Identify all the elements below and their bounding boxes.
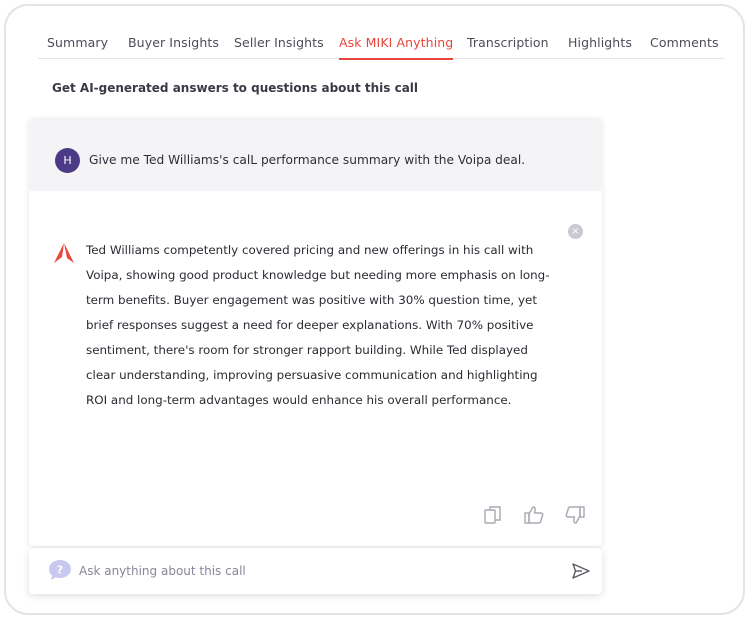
tab-highlights[interactable]: Highlights bbox=[568, 35, 632, 59]
tab-ask-miki-anything[interactable]: Ask MIKI Anything bbox=[339, 35, 454, 60]
avatar: H bbox=[55, 148, 80, 173]
close-icon[interactable]: × bbox=[568, 224, 583, 239]
question-block: H Give me Ted Williams's calL performanc… bbox=[29, 118, 602, 191]
thumbs-up-icon[interactable] bbox=[523, 504, 545, 526]
question-text: Give me Ted Williams's calL performance … bbox=[89, 153, 526, 167]
app-frame: Summary Buyer Insights Seller Insights A… bbox=[4, 4, 745, 615]
page-subtitle: Get AI-generated answers to questions ab… bbox=[52, 81, 419, 95]
question-bubble-icon: ? bbox=[49, 560, 71, 580]
thumbs-down-icon[interactable] bbox=[564, 504, 586, 526]
tab-buyer-insights[interactable]: Buyer Insights bbox=[128, 35, 219, 59]
miki-logo-icon bbox=[54, 243, 74, 263]
chat-card: H Give me Ted Williams's calL performanc… bbox=[29, 118, 602, 546]
ask-bar: ? bbox=[29, 548, 602, 594]
svg-text:?: ? bbox=[57, 564, 63, 577]
ask-input[interactable] bbox=[79, 560, 539, 582]
copy-icon[interactable] bbox=[482, 504, 504, 526]
tab-transcription[interactable]: Transcription bbox=[467, 35, 549, 59]
answer-text: Ted Williams competently covered pricing… bbox=[86, 243, 550, 407]
tab-bar: Summary Buyer Insights Seller Insights A… bbox=[38, 31, 724, 60]
tab-summary[interactable]: Summary bbox=[47, 35, 108, 59]
send-icon[interactable] bbox=[571, 561, 591, 581]
tab-seller-insights[interactable]: Seller Insights bbox=[234, 35, 324, 59]
tab-comments[interactable]: Comments bbox=[650, 35, 719, 59]
